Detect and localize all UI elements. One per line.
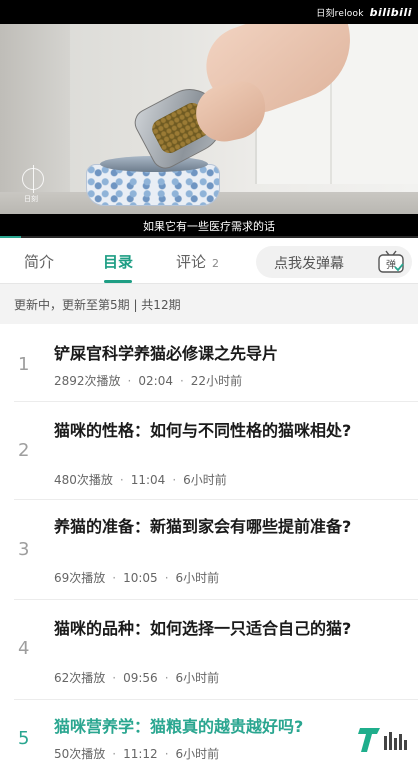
video-frame <box>0 24 418 214</box>
video-watermark-text: 日刻 <box>24 195 38 203</box>
channel-name: 日刻relook <box>316 8 364 19</box>
episode-meta: 50次播放 · 11:12 · 6小时前 <box>54 747 220 761</box>
svg-text:弹: 弹 <box>386 258 396 271</box>
video-watermark-icon <box>22 165 44 193</box>
episode-item-3[interactable]: 3 养猫的准备：新猫到家会有哪些提前准备? 69次播放 · 10:05 · 6小时前 <box>0 500 418 600</box>
tab-catalog[interactable]: 目录 <box>103 251 133 272</box>
episode-number: 2 <box>18 440 30 461</box>
channel-watermark: 日刻relook bilibili <box>316 5 412 19</box>
episode-meta: 69次播放 · 10:05 · 6小时前 <box>54 571 220 585</box>
tab-comments[interactable]: 评论 2 <box>176 251 219 272</box>
active-tab-indicator <box>104 280 132 283</box>
danmaku-input[interactable]: 点我发弹幕 弹 <box>256 246 412 278</box>
episode-number: 4 <box>18 638 30 659</box>
tab-intro[interactable]: 简介 <box>24 251 54 272</box>
episode-number: 1 <box>18 354 30 375</box>
episode-meta: 2892次播放 · 02:04 · 22小时前 <box>54 374 243 388</box>
episode-meta: 62次播放 · 09:56 · 6小时前 <box>54 671 220 685</box>
danmaku-tv-icon[interactable]: 弹 <box>376 249 406 275</box>
episode-item-1[interactable]: 1 铲屎官科学养猫必修课之先导片 2892次播放 · 02:04 · 22小时前 <box>0 324 418 402</box>
episode-number: 3 <box>18 539 30 560</box>
video-subtitle: 如果它有一些医疗需求的话 <box>143 220 275 233</box>
bilibili-logo: bilibili <box>369 5 412 19</box>
danmaku-placeholder: 点我发弹幕 <box>274 256 344 272</box>
player-topbar: 日刻relook bilibili <box>0 0 418 24</box>
comment-count: 2 <box>212 257 220 270</box>
tmt-logo-icon: T <box>356 722 414 756</box>
episode-title: 猫咪营养学：猫粮真的越贵越好吗? <box>54 717 304 736</box>
video-player[interactable]: 日刻relook bilibili 日刻 如果它有一些医疗需求的话 <box>0 0 418 238</box>
episode-meta: 480次播放 · 11:04 · 6小时前 <box>54 473 227 487</box>
episode-title: 猫咪的品种：如何选择一只适合自己的猫? <box>54 619 352 638</box>
update-status-bar: 更新中，更新至第5期 | 共12期 <box>0 284 418 324</box>
episode-title: 养猫的准备：新猫到家会有哪些提前准备? <box>54 517 352 536</box>
episode-item-4[interactable]: 4 猫咪的品种：如何选择一只适合自己的猫? 62次播放 · 09:56 · 6小时前 <box>0 600 418 700</box>
episode-title: 铲屎官科学养猫必修课之先导片 <box>54 344 279 363</box>
update-status: 更新中，更新至第5期 | 共12期 <box>14 298 181 312</box>
episode-title: 猫咪的性格：如何与不同性格的猫咪相处? <box>54 421 352 440</box>
episode-number: 5 <box>18 728 30 749</box>
episode-item-2[interactable]: 2 猫咪的性格：如何与不同性格的猫咪相处? 480次播放 · 11:04 · 6小时前 <box>0 402 418 500</box>
tab-bar: 简介 目录 评论 2 点我发弹幕 弹 <box>0 238 418 284</box>
